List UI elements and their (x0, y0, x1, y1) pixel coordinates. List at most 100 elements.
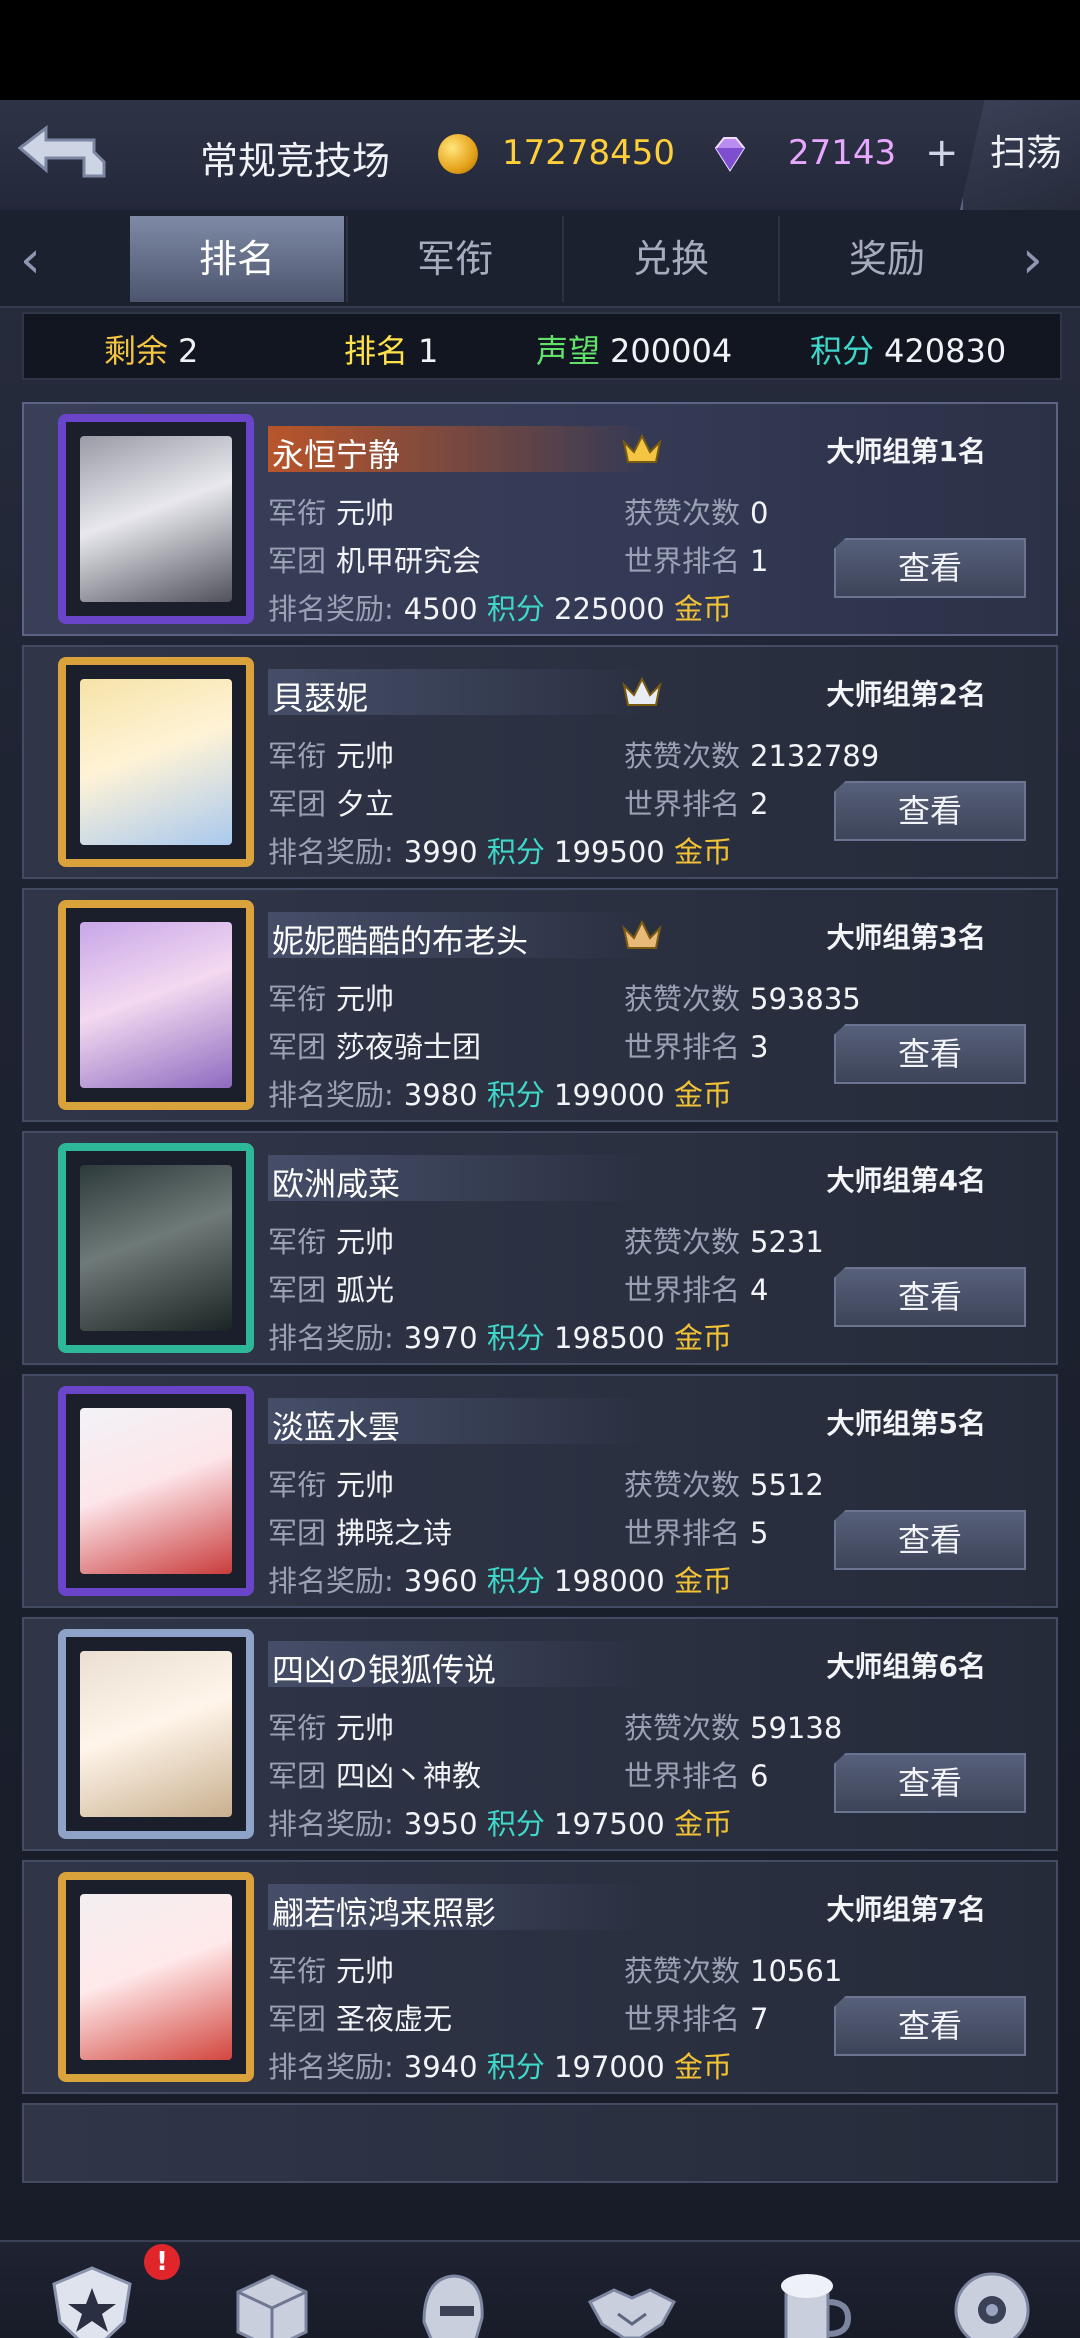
legion-row: 军团 圣夜虚无 (268, 2002, 453, 2036)
back-button[interactable] (12, 118, 112, 188)
player-name: 永恒宁静 (272, 436, 401, 474)
formation-helmet-icon (422, 2274, 484, 2338)
reward-row: 排名奖励: 3990 积分 199500 金币 (268, 835, 732, 869)
reward-row: 排名奖励: 3940 积分 197000 金币 (268, 2050, 732, 2084)
tab-exchange[interactable]: 兑换 (562, 216, 778, 302)
top-bar: 常规竞技场 17278450 27143 + 扫荡 (0, 100, 1080, 212)
group-rank: 大师组第3名 (826, 921, 986, 954)
beer-mug-icon (781, 2274, 852, 2338)
military-rank-row: 军衔 元帅 (268, 739, 395, 773)
handshake-icon (587, 2288, 677, 2338)
group-rank: 大师组第4名 (826, 1164, 986, 1197)
player-card: 淡蓝水雲 大师组第5名 军衔 元帅 获赞次数 5512 军团 拂晓之诗 世界排名 5 排名奖励: 39… (22, 1374, 1058, 1608)
tab-rewards[interactable]: 奖励 (778, 216, 994, 302)
military-rank-row: 军衔 元帅 (268, 1711, 395, 1745)
likes-row: 获赞次数 5512 (624, 1468, 824, 1502)
player-card: 妮妮酷酷的布老头 大师组第3名 军衔 元帅 获赞次数 593835 军团 莎夜骑士团 世界排名 3… (22, 888, 1058, 1122)
likes-row: 获赞次数 59138 (624, 1711, 843, 1745)
legion-row: 军团 夕立 (268, 787, 395, 821)
group-rank: 大师组第5名 (826, 1407, 986, 1440)
reward-row: 排名奖励: 4500 积分 225000 金币 (268, 592, 732, 626)
world-rank-row: 世界排名 2 (624, 787, 769, 821)
stat-points: 积分 420830 (810, 332, 1007, 370)
military-rank-row: 军衔 元帅 (268, 496, 395, 530)
gold-coin-icon (438, 134, 478, 174)
player-card: 欧洲咸菜 大师组第4名 军衔 元帅 获赞次数 5231 军团 弧光 世界排名 4 排名奖励: 3970… (22, 1131, 1058, 1365)
nav-base[interactable]: ! 基地 (4, 2242, 180, 2338)
player-card: 四凶の银狐传说 大师组第6名 军衔 元帅 获赞次数 59138 军团 四凶丶神教 世界排名 6 排名… (22, 1617, 1058, 1851)
base-shield-icon (52, 2266, 132, 2338)
group-rank: 大师组第6名 (826, 1650, 986, 1683)
military-rank-row: 军衔 元帅 (268, 1954, 395, 1988)
military-rank-row: 军衔 元帅 (268, 1468, 395, 1502)
player-card: 翩若惊鸿来照影 大师组第7名 军衔 元帅 获赞次数 10561 军团 圣夜虚无 世界排名 7 排名奖… (22, 1860, 1058, 2094)
world-rank-row: 世界排名 1 (624, 544, 769, 578)
nav-tavern[interactable]: 酒馆 (724, 2242, 894, 2338)
player-card: 永恒宁静 大师组第1名 军衔 元帅 获赞次数 0 军团 机甲研究会 世界排名 1 排名奖励: 4500… (22, 402, 1058, 636)
player-name: 貝瑟妮 (272, 679, 369, 717)
reward-row: 排名奖励: 3950 积分 197500 金币 (268, 1807, 732, 1841)
view-button[interactable]: 查看 (834, 781, 1026, 841)
legion-row: 军团 机甲研究会 (268, 544, 482, 578)
nav-shop[interactable]: 商城 (904, 2242, 1074, 2338)
avatar-portrait (80, 1651, 232, 1817)
group-rank: 大师组第7名 (826, 1893, 986, 1926)
nav-formation[interactable]: 编队 (364, 2242, 534, 2338)
military-rank-row: 军衔 元帅 (268, 982, 395, 1016)
reward-row: 排名奖励: 3960 积分 198000 金币 (268, 1564, 732, 1598)
view-button[interactable]: 查看 (834, 1510, 1026, 1570)
reward-row: 排名奖励: 3970 积分 198500 金币 (268, 1321, 732, 1355)
player-avatar[interactable] (58, 1872, 254, 2082)
nav-warehouse[interactable]: 仓库 (184, 2242, 354, 2338)
player-name: 四凶の银狐传说 (272, 1651, 497, 1689)
warehouse-crate-icon (236, 2274, 308, 2338)
notification-badge: ! (144, 2244, 180, 2280)
legion-row: 军团 莎夜骑士团 (268, 1030, 482, 1064)
world-rank-row: 世界排名 4 (624, 1273, 769, 1307)
back-arrow-icon (17, 124, 106, 178)
world-rank-row: 世界排名 5 (624, 1516, 769, 1550)
shop-orb-icon (954, 2272, 1030, 2338)
player-card: 貝瑟妮 大师组第2名 军衔 元帅 获赞次数 2132789 军团 夕立 世界排名 2 排名奖励: 39… (22, 645, 1058, 879)
sweep-label: 扫荡 (990, 133, 1063, 174)
likes-row: 获赞次数 2132789 (624, 739, 880, 773)
player-avatar[interactable] (58, 414, 254, 624)
player-avatar[interactable] (58, 900, 254, 1110)
legion-row: 军团 弧光 (268, 1273, 395, 1307)
view-button[interactable]: 查看 (834, 1996, 1026, 2056)
avatar-portrait (80, 1165, 232, 1331)
rank-crown-icon (622, 676, 662, 706)
arena-screen: 常规竞技场 17278450 27143 + 扫荡 ‹ 排名 军衔 兑换 奖励 … (0, 100, 1080, 2338)
likes-row: 获赞次数 5231 (624, 1225, 824, 1259)
player-avatar[interactable] (58, 1629, 254, 1839)
military-rank-row: 军衔 元帅 (268, 1225, 395, 1259)
world-rank-row: 世界排名 6 (624, 1759, 769, 1793)
tab-military-rank[interactable]: 军衔 (346, 216, 562, 302)
tab-next-chevron-icon[interactable]: › (1022, 230, 1043, 290)
world-rank-row: 世界排名 7 (624, 2002, 769, 2036)
tab-prev-chevron-icon[interactable]: ‹ (20, 230, 41, 290)
player-avatar[interactable] (58, 657, 254, 867)
stats-strip: 剩余 2 排名 1 声望 200004 积分 420830 (22, 312, 1062, 380)
view-button[interactable]: 查看 (834, 1024, 1026, 1084)
view-button[interactable]: 查看 (834, 538, 1026, 598)
avatar-portrait (80, 1408, 232, 1574)
gem-amount: 27143 (788, 133, 897, 173)
player-name: 妮妮酷酷的布老头 (272, 922, 529, 960)
group-rank: 大师组第1名 (826, 435, 986, 468)
tab-ranking[interactable]: 排名 (130, 216, 344, 302)
nav-social[interactable]: 社交 (544, 2242, 714, 2338)
player-avatar[interactable] (58, 1386, 254, 1596)
tab-bar: ‹ 排名 军衔 兑换 奖励 › (0, 210, 1080, 308)
add-gems-button[interactable]: + (925, 130, 959, 176)
stat-remaining: 剩余 2 (104, 332, 199, 370)
avatar-portrait (80, 436, 232, 602)
likes-row: 获赞次数 593835 (624, 982, 861, 1016)
stat-rank: 排名 1 (344, 332, 439, 370)
view-button[interactable]: 查看 (834, 1753, 1026, 1813)
view-button[interactable]: 查看 (834, 1267, 1026, 1327)
player-avatar[interactable] (58, 1143, 254, 1353)
stat-prestige: 声望 200004 (536, 332, 733, 370)
avatar-portrait (80, 679, 232, 845)
reward-row: 排名奖励: 3980 积分 199000 金币 (268, 1078, 732, 1112)
